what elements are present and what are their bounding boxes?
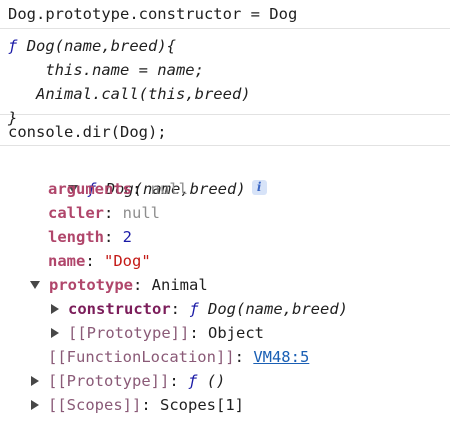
property-separator: : [104, 204, 123, 222]
property-value: Animal [151, 276, 208, 294]
property-value: null [150, 180, 188, 198]
expand-triangle-icon[interactable] [51, 327, 59, 338]
property-scopes[interactable]: [[Scopes]]: Scopes[1] [8, 393, 450, 417]
property-function-location: [[FunctionLocation]]: VM48:5 [8, 345, 450, 369]
property-arguments: arguments: null [8, 177, 450, 201]
expand-triangle-icon[interactable] [31, 399, 39, 410]
function-keyword: ƒ [188, 372, 198, 390]
console-result-function[interactable]: ƒ Dog(name,breed){ this.name = name; Ani… [0, 29, 450, 127]
expand-triangle-icon[interactable] [51, 303, 59, 314]
devtools-console: Dog.prototype.constructor = Dog ƒ Dog(na… [0, 0, 450, 428]
function-source-line-2: this.name = name; [8, 61, 204, 79]
property-value: "Dog" [104, 252, 151, 270]
property-value: 2 [122, 228, 133, 246]
property-prototype[interactable]: prototype: Animal [8, 273, 450, 297]
property-key: prototype [49, 276, 133, 294]
collapse-triangle-icon[interactable] [30, 280, 40, 289]
console-input-assignment: Dog.prototype.constructor = Dog [0, 0, 450, 29]
property-name: name: "Dog" [8, 249, 450, 273]
property-separator: : [169, 372, 188, 390]
function-keyword: ƒ [189, 300, 199, 318]
property-key: [[FunctionLocation]] [48, 348, 235, 366]
property-value: Scopes[1] [160, 396, 244, 414]
property-separator: : [133, 276, 152, 294]
assignment-code: Dog.prototype.constructor = Dog [8, 5, 298, 23]
property-key: name [48, 252, 86, 270]
property-separator: : [85, 252, 104, 270]
property-key: length [48, 228, 104, 246]
property-key: arguments [48, 180, 132, 198]
property-separator: : [132, 180, 151, 198]
property-value: () [206, 372, 226, 390]
property-separator: : [234, 348, 254, 366]
tree-root-function[interactable]: ƒ Dog(name,breed) i [8, 153, 450, 198]
console-dir-output: ƒ Dog(name,breed) i arguments: null calle… [0, 146, 450, 421]
property-outer-prototype[interactable]: [[Prototype]]: ƒ () [8, 369, 450, 393]
property-separator: : [141, 396, 160, 414]
source-location-link[interactable]: VM48:5 [253, 348, 309, 366]
expand-triangle-icon[interactable] [31, 375, 39, 386]
function-signature: Dog(name,breed) [208, 300, 348, 318]
function-signature: Dog(name,breed){ [26, 37, 176, 55]
dir-command-code: console.dir(Dog); [8, 123, 167, 141]
console-input-dir: console.dir(Dog); [0, 115, 450, 146]
function-source-line-3: Animal.call(this,breed) [8, 85, 251, 103]
function-source-line-1: ƒ Dog(name,breed){ [8, 34, 450, 58]
property-value: Object [208, 324, 264, 342]
property-constructor[interactable]: constructor: ƒ Dog(name,breed) [8, 297, 450, 321]
property-value: null [122, 204, 160, 222]
property-key: [[Prototype]] [48, 372, 170, 390]
property-key: [[Scopes]] [48, 396, 142, 414]
property-key: [[Prototype]] [68, 324, 190, 342]
function-keyword: ƒ [8, 37, 18, 55]
property-separator: : [104, 228, 123, 246]
property-separator: : [170, 300, 190, 318]
property-caller: caller: null [8, 201, 450, 225]
property-key: constructor [68, 300, 171, 318]
property-key: caller [48, 204, 104, 222]
property-inner-prototype[interactable]: [[Prototype]]: Object [8, 321, 450, 345]
property-separator: : [189, 324, 208, 342]
property-length: length: 2 [8, 225, 450, 249]
